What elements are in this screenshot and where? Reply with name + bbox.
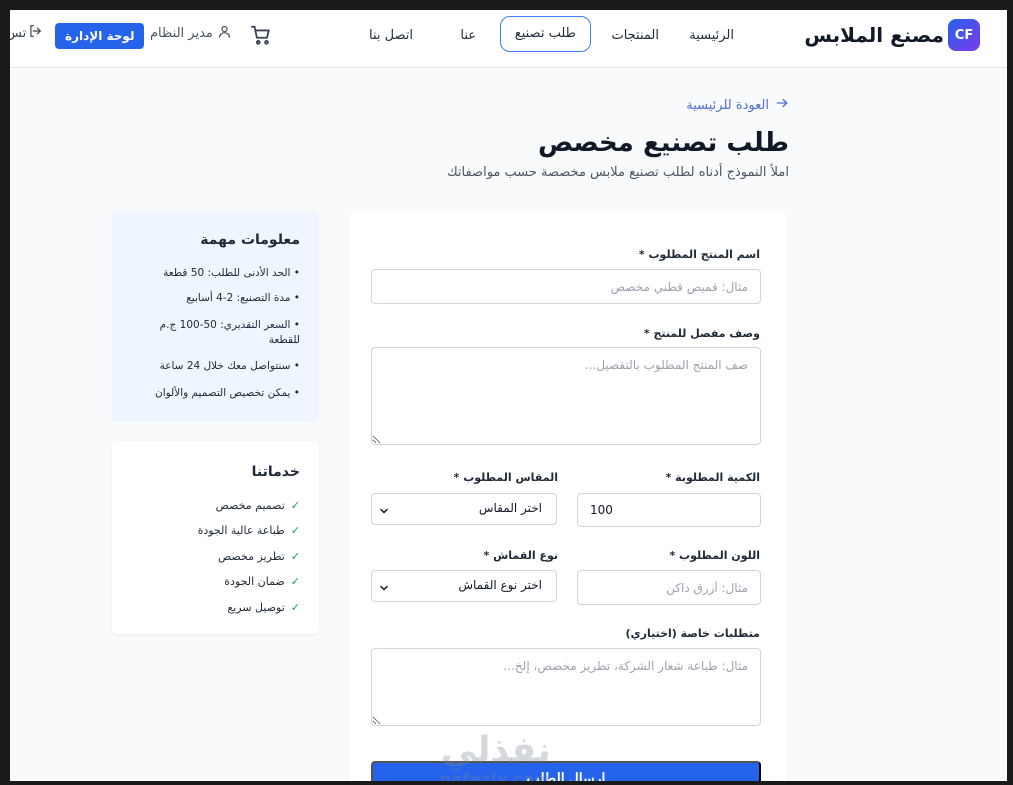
service-label: توصيل سريع [227, 601, 285, 614]
chevron-down-icon [378, 502, 390, 514]
brand-name: مصنع الملابس [804, 23, 944, 47]
service-item: ✓ ضمان الجودة [224, 575, 300, 588]
size-label: المقاس المطلوب * [453, 471, 558, 484]
user-name: مدير النظام [150, 26, 213, 41]
info-item: • سنتواصل معك خلال 24 ساعة [159, 360, 300, 372]
fabric-select[interactable]: اختر نوع القماش [371, 570, 557, 602]
logout-icon [28, 24, 42, 42]
quantity-input[interactable] [577, 493, 761, 527]
important-info-panel: معلومات مهمة • الحد الأدنى للطلب: 50 قطع… [112, 211, 319, 422]
chevron-down-icon [378, 579, 390, 591]
check-icon: ✓ [290, 499, 300, 512]
page-subtitle: املأ النموذج أدناه لطلب تصنيع ملابس مخصص… [446, 165, 789, 180]
custom-order-form: اسم المنتج المطلوب * وصف مفصل للمنتج * ا… [349, 211, 787, 781]
service-label: ضمان الجودة [224, 575, 285, 588]
brand-logo: CF [948, 19, 980, 51]
info-item: • الحد الأدنى للطلب: 50 قطعة [163, 267, 300, 279]
nav-contact[interactable]: اتصل بنا [369, 19, 413, 55]
brand[interactable]: CF مصنع الملابس [804, 19, 980, 51]
nav-products[interactable]: المنتجات [611, 19, 659, 55]
nav-custom-order[interactable]: طلب تصنيع [499, 16, 591, 52]
special-requirements-label: متطلبات خاصة (اختياري) [625, 627, 760, 640]
services-panel-title: خدماتنا [251, 464, 300, 480]
fabric-select-value: اختر نوع القماش [458, 578, 542, 592]
fabric-label: نوع القماش * [483, 549, 558, 562]
user-icon [217, 24, 232, 43]
service-item: ✓ تصميم مخصص [216, 499, 300, 512]
description-label: وصف مفصل للمنتج * [643, 327, 760, 340]
current-user[interactable]: مدير النظام [150, 24, 232, 43]
description-textarea[interactable] [371, 347, 761, 445]
info-item: • مدة التصنيع: 2-4 أسابيع [186, 292, 300, 304]
check-icon: ✓ [290, 550, 300, 563]
check-icon: ✓ [290, 524, 300, 537]
service-label: تطريز مخصص [217, 550, 285, 563]
product-name-label: اسم المنتج المطلوب * [638, 248, 760, 261]
size-select[interactable]: اختر المقاس [371, 493, 557, 525]
page-title: طلب تصنيع مخصص [537, 128, 789, 158]
quantity-label: الكمية المطلوبة * [665, 471, 760, 484]
cart-icon[interactable] [250, 24, 272, 46]
info-item: • السعر التقديري: 50-100 ج.م للقطعة [159, 319, 300, 346]
service-item: ✓ توصيل سريع [227, 601, 300, 614]
check-icon: ✓ [290, 601, 300, 614]
service-item: ✓ تطريز مخصص [218, 550, 300, 563]
submit-order-button[interactable]: إرسال الطلب [371, 761, 761, 781]
service-item: ✓ طباعة عالية الجودة [198, 524, 300, 537]
back-link-label: العودة للرئيسية [686, 97, 769, 113]
check-icon: ✓ [290, 575, 300, 588]
services-panel: خدماتنا ✓ تصميم مخصص ✓ طباعة عالية الجود… [112, 441, 319, 634]
logout-link[interactable]: تس [10, 24, 42, 42]
nav-about[interactable]: عنا [460, 19, 476, 55]
back-to-home-link[interactable]: العودة للرئيسية [686, 96, 789, 114]
info-panel-title: معلومات مهمة [200, 232, 300, 248]
color-input[interactable] [577, 570, 761, 605]
service-label: طباعة عالية الجودة [197, 524, 285, 537]
arrow-right-icon [775, 96, 789, 114]
product-name-input[interactable] [371, 269, 761, 304]
top-navbar: CF مصنع الملابس الرئيسية المنتجات طلب تص… [10, 10, 1007, 68]
info-item: • يمكن تخصيص التصميم والألوان [154, 387, 300, 399]
logout-text: تس [10, 25, 27, 41]
service-label: تصميم مخصص [215, 499, 285, 512]
special-requirements-textarea[interactable] [371, 648, 761, 726]
size-select-value: اختر المقاس [478, 501, 542, 515]
color-label: اللون المطلوب * [669, 549, 760, 562]
admin-panel-button[interactable]: لوحة الإدارة [55, 23, 145, 49]
nav-home[interactable]: الرئيسية [689, 19, 734, 55]
browser-viewport: CF مصنع الملابس الرئيسية المنتجات طلب تص… [10, 10, 1007, 781]
